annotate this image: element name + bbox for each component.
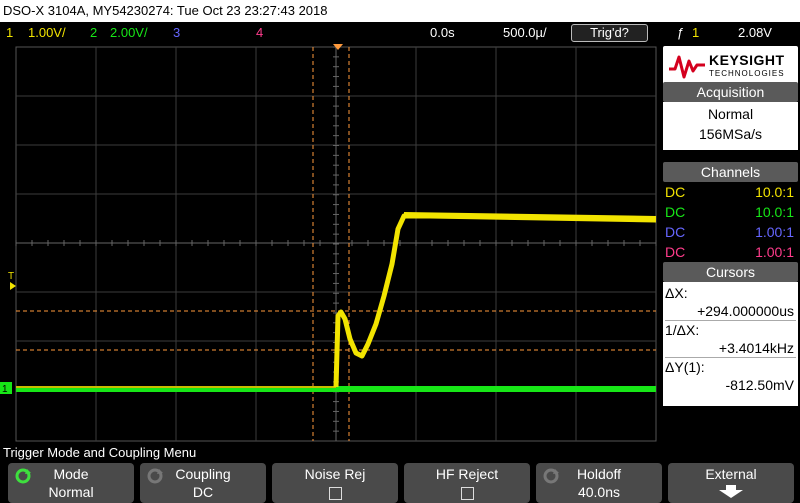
mode-value: Normal <box>48 484 94 500</box>
ch1-scale[interactable]: 1.00V/ <box>28 22 66 44</box>
channel-probe-ratio: 1.00:1 <box>755 224 794 240</box>
ch1-number[interactable]: 1 <box>6 22 13 44</box>
channel-coupling: DC <box>665 244 686 260</box>
acquisition-mode: Normal <box>707 106 754 122</box>
trigger-level-label: T <box>8 271 14 282</box>
keysight-logo: KEYSIGHT TECHNOLOGIES <box>663 46 798 86</box>
acquisition-header: Acquisition <box>663 82 798 102</box>
ch3-number[interactable]: 3 <box>173 22 180 44</box>
trigger-status-button[interactable]: Trig'd? <box>571 24 648 42</box>
ch2-number[interactable]: 2 <box>90 22 97 44</box>
brand-subtitle: TECHNOLOGIES <box>709 69 785 78</box>
external-softkey[interactable]: External <box>668 463 794 503</box>
mode-softkey[interactable]: Mode Normal <box>8 463 134 503</box>
cursor-dy-label: ΔY(1): <box>665 359 705 375</box>
cursor-dx-label: ΔX: <box>665 285 688 301</box>
coupling-softkey[interactable]: Coupling DC <box>140 463 266 503</box>
channel-probe-ratio: 10.0:1 <box>755 184 794 200</box>
channel-row-4: DC 1.00:1 <box>663 242 798 262</box>
holdoff-softkey[interactable]: Holdoff 40.0ns <box>536 463 662 503</box>
softkey-bar: Mode Normal Coupling DC Noise Rej HF Rej… <box>0 461 800 503</box>
horizontal-delay[interactable]: 0.0s <box>430 22 455 44</box>
menu-title: Trigger Mode and Coupling Menu <box>0 444 800 461</box>
holdoff-value: 40.0ns <box>577 484 621 500</box>
external-label: External <box>705 466 757 482</box>
trigger-slope-icon: ƒ <box>677 25 685 40</box>
trigger-source: 1 <box>692 25 700 40</box>
ch1-ground-marker[interactable]: 1 <box>0 382 12 395</box>
cursor-dy-value: -812.50mV <box>725 377 794 393</box>
channel-row-2: DC 10.0:1 <box>663 202 798 222</box>
status-bar: 1 1.00V/ 2 2.00V/ 3 4 0.0s 500.0µ/ Trig'… <box>0 22 800 44</box>
acquisition-info: Normal 156MSa/s <box>663 102 798 150</box>
ch2-scale[interactable]: 2.00V/ <box>110 22 148 44</box>
channel-row-3: DC 1.00:1 <box>663 222 798 242</box>
down-arrow-icon <box>719 485 743 498</box>
coupling-value: DC <box>192 484 214 500</box>
channel-coupling: DC <box>665 184 686 200</box>
hf-reject-checkbox[interactable] <box>461 487 474 500</box>
mode-label: Mode <box>53 466 89 482</box>
noise-rej-softkey[interactable]: Noise Rej <box>272 463 398 503</box>
cursors-header: Cursors <box>663 262 798 282</box>
hf-reject-label: HF Reject <box>435 466 499 482</box>
channel-probe-ratio: 10.0:1 <box>755 204 794 220</box>
channel-coupling: DC <box>665 204 686 220</box>
keysight-wave-icon <box>669 55 705 79</box>
channel-row-1: DC 10.0:1 <box>663 182 798 202</box>
info-panel: KEYSIGHT TECHNOLOGIES Acquisition Normal… <box>660 44 800 444</box>
cursors-info: ΔX: +294.000000us 1/ΔX: +3.4014kHz ΔY(1)… <box>663 282 798 406</box>
sample-rate: 156MSa/s <box>698 126 763 142</box>
waveform-display[interactable]: T 1 <box>0 44 660 444</box>
channels-header: Channels <box>663 162 798 182</box>
ground-marker-label: 1 <box>2 384 8 395</box>
channels-info: DC 10.0:1 DC 10.0:1 DC 1.00:1 DC 1.00:1 <box>663 182 798 264</box>
cursor-invdx-value: +3.4014kHz <box>718 340 794 356</box>
ch4-number[interactable]: 4 <box>256 22 263 44</box>
brand-name: KEYSIGHT <box>709 52 785 68</box>
cursor-invdx-label: 1/ΔX: <box>665 322 700 338</box>
coupling-label: Coupling <box>175 466 231 482</box>
channel-coupling: DC <box>665 224 686 240</box>
trigger-level[interactable]: 2.08V <box>738 22 772 44</box>
noise-rej-label: Noise Rej <box>304 466 366 482</box>
channel-probe-ratio: 1.00:1 <box>755 244 794 260</box>
cursor-dx-value: +294.000000us <box>697 303 794 319</box>
timebase-scale[interactable]: 500.0µ/ <box>503 22 547 44</box>
window-title: DSO-X 3104A, MY54230274: Tue Oct 23 23:2… <box>0 0 800 22</box>
noise-rej-checkbox[interactable] <box>329 487 342 500</box>
holdoff-label: Holdoff <box>576 466 622 482</box>
hf-reject-softkey[interactable]: HF Reject <box>404 463 530 503</box>
